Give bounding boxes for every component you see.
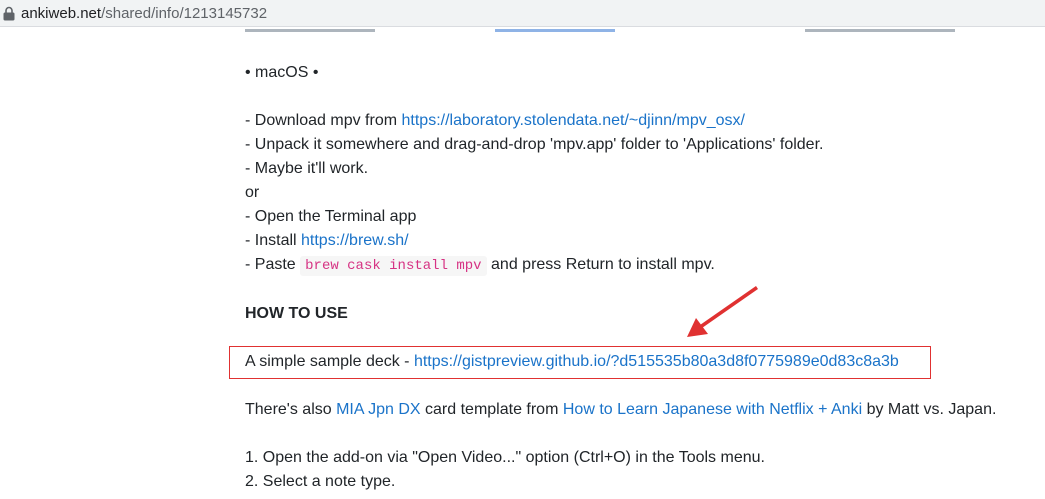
- step-1: 1. Open the add-on via "Open Video..." o…: [245, 449, 765, 466]
- download-prefix: - Download mpv from: [245, 112, 402, 129]
- step-2: 2. Select a note type.: [245, 473, 396, 490]
- red-arrow-annotation: [687, 286, 758, 337]
- brew-command-code: brew cask install mpv: [300, 256, 487, 276]
- mpv-download-link[interactable]: https://laboratory.stolendata.net/~djinn…: [402, 112, 745, 129]
- mia-jpn-dx-link[interactable]: MIA Jpn DX: [336, 401, 420, 418]
- url-path: /shared/info/1213145732: [101, 5, 268, 22]
- macos-heading: • macOS •: [245, 64, 319, 81]
- clipped-text-line: [245, 22, 960, 36]
- brew-link[interactable]: https://brew.sh/: [301, 232, 409, 249]
- paste-suffix: and press Return to install mpv.: [486, 256, 715, 273]
- paste-prefix: - Paste: [245, 256, 301, 273]
- download-line: - Download mpv from https://laboratory.s…: [245, 110, 745, 132]
- highlight-box: [229, 346, 931, 379]
- also-middle: card template from: [420, 401, 563, 418]
- install-line: - Install https://brew.sh/: [245, 230, 409, 252]
- or-line: or: [245, 184, 260, 201]
- how-to-use-heading: HOW TO USE: [245, 305, 348, 322]
- netflix-anki-link[interactable]: How to Learn Japanese with Netflix + Ank…: [563, 401, 862, 418]
- paste-line: - Paste brew cask install mpv and press …: [245, 254, 715, 277]
- also-line: There's also MIA Jpn DX card template fr…: [245, 399, 996, 421]
- maybe-line: - Maybe it'll work.: [245, 160, 369, 177]
- terminal-line: - Open the Terminal app: [245, 208, 417, 225]
- unpack-line: - Unpack it somewhere and drag-and-drop …: [245, 136, 824, 153]
- url-host: ankiweb.net: [21, 5, 102, 22]
- lock-icon: [3, 6, 15, 21]
- also-prefix: There's also: [245, 401, 337, 418]
- install-prefix: - Install: [245, 232, 302, 249]
- also-suffix: by Matt vs. Japan.: [862, 401, 997, 418]
- url-text[interactable]: ankiweb.net/shared/info/1213145732: [21, 0, 267, 27]
